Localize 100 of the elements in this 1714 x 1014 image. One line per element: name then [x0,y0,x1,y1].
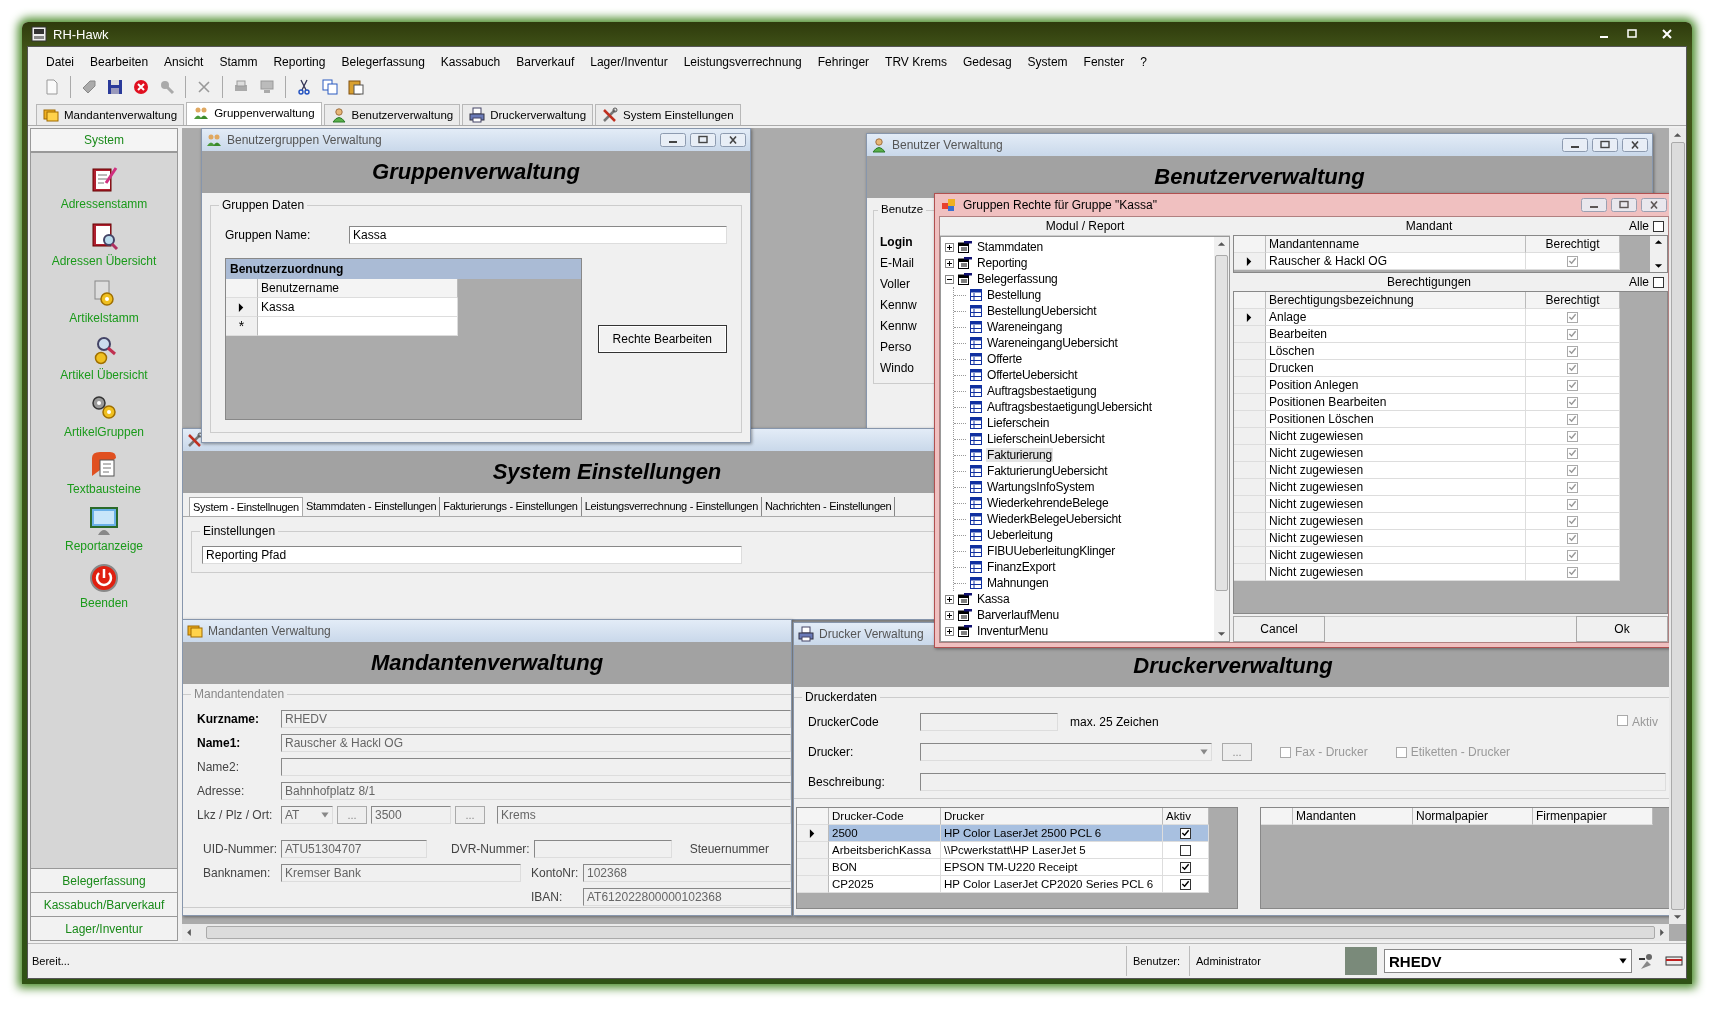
text-field[interactable]: Bahnhofplatz 8/1 [281,782,791,800]
checkbox[interactable] [1180,827,1191,839]
menu-item[interactable]: Ansicht [156,53,212,71]
country-dropdown[interactable]: AT [281,806,333,824]
tree-item[interactable]: WiederkBelegeUebersicht [986,512,1123,526]
minimize-icon[interactable] [1562,138,1588,152]
checkbox[interactable] [1617,715,1628,726]
tree-item[interactable]: Ueberleitung [986,528,1054,542]
tree-item[interactable]: WiederkehrendeBelege [986,496,1110,510]
menu-item[interactable]: Reporting [265,53,334,71]
tree-item[interactable]: Offerte [986,352,1024,366]
tree-item[interactable]: FakturierungUebersicht [986,464,1109,478]
row-header[interactable] [226,298,258,317]
menu-item[interactable]: Belegerfassung [333,53,433,71]
document-tab[interactable]: Gruppenverwaltung [186,102,322,125]
cut-icon[interactable] [296,79,312,95]
scroll-up-icon[interactable] [1217,241,1226,247]
edit-rights-button[interactable]: Rechte Bearbeiten [597,325,727,353]
checkbox[interactable] [1567,515,1578,527]
tree-item[interactable]: Wareneingang [986,320,1064,334]
checkbox[interactable] [1567,379,1578,391]
row-header[interactable] [1234,309,1266,326]
checkbox[interactable] [1180,844,1191,856]
description-field[interactable] [920,773,1666,791]
text-field[interactable] [281,758,791,776]
text-field[interactable]: ATU51304707 [281,840,427,858]
menu-item[interactable]: ? [1132,53,1155,71]
scroll-right-icon[interactable] [1659,928,1665,937]
menu-item[interactable]: Kassabuch [432,53,509,71]
checkbox[interactable] [1280,746,1291,758]
tree-item[interactable]: WareneingangUebersicht [986,336,1119,350]
row-header[interactable] [1234,253,1266,270]
tag-icon[interactable] [81,79,97,95]
menu-item[interactable]: System [1019,53,1076,71]
text-field[interactable]: RHEDV [281,710,791,728]
settings-tab[interactable]: Leistungsverrechnung - Einstellungen [581,497,762,516]
menu-item[interactable]: Barverkauf [508,53,583,71]
checkbox[interactable] [1567,362,1578,374]
sidebar-header[interactable]: System [31,129,177,153]
new-document-icon[interactable] [44,79,60,95]
paste-icon[interactable] [348,79,364,95]
scroll-down-icon[interactable] [1673,914,1682,920]
document-tab[interactable]: System Einstellungen [595,104,741,125]
company-dropdown[interactable]: RHEDV [1384,949,1632,973]
tree-item[interactable]: BestellungUebersicht [986,304,1098,318]
text-field[interactable]: Kremser Bank [281,864,521,882]
checkbox[interactable] [1567,430,1578,442]
scrollbar[interactable] [1650,236,1667,272]
document-tab[interactable]: Benutzerverwaltung [323,104,461,125]
group-name-field[interactable]: Kassa [349,226,727,244]
scrollbar[interactable] [182,924,1669,941]
document-tab[interactable]: Druckerverwaltung [462,104,594,125]
ok-button[interactable]: Ok [1576,616,1668,642]
maximize-icon[interactable] [1611,198,1637,212]
text-field[interactable]: Rauscher & Hackl OG [281,734,791,752]
scroll-up-icon[interactable] [1673,132,1682,138]
settings-tab[interactable]: Nachrichten - Einstellungen [761,497,896,516]
cancel-icon[interactable] [133,79,149,95]
menu-item[interactable]: TRV Krems [877,53,955,71]
checkbox[interactable] [1567,481,1578,493]
sidebar-group-button[interactable]: Kassabuch/Barverkauf [31,892,177,916]
checkbox[interactable] [1567,566,1578,578]
tree-item[interactable]: LieferscheinUebersicht [986,432,1106,446]
table-cell[interactable] [258,317,458,336]
menu-item[interactable]: Stamm [211,53,266,71]
checkbox[interactable] [1567,311,1578,323]
scrollbar[interactable] [1669,128,1686,924]
sidebar-group-button[interactable]: Lager/Inventur [31,916,177,940]
menu-item[interactable]: Fehringer [809,53,878,71]
zip-field[interactable]: 3500 [371,806,451,824]
scroll-down-icon[interactable] [1654,263,1663,269]
menu-item[interactable]: Leistungsverrechnung [675,53,810,71]
scroll-up-icon[interactable] [1654,239,1663,245]
close-icon[interactable] [720,133,746,147]
tree-item[interactable]: Fakturierung [986,448,1053,462]
checkbox[interactable] [1567,328,1578,340]
tree-item[interactable]: AuftragsbestaetigungUebersicht [986,400,1153,414]
expand-icon[interactable] [945,610,954,620]
cancel-button[interactable]: Cancel [1233,616,1325,642]
text-field[interactable] [533,840,672,858]
collapse-icon[interactable] [945,274,954,284]
checkbox[interactable] [1567,549,1578,561]
tree-item[interactable]: OfferteUebersicht [986,368,1079,382]
checkbox[interactable] [1567,345,1578,357]
text-field[interactable]: 102368 [583,864,791,882]
tree-item[interactable]: Kassa [976,592,1011,606]
tree-item[interactable]: Stammdaten [976,240,1045,254]
sidebar-group-button[interactable]: Belegerfassung [31,868,177,892]
city-field[interactable]: Krems [497,806,791,824]
printer-dropdown[interactable] [920,743,1212,761]
tree-item[interactable]: FIBUUeberleitungKlinger [986,544,1117,558]
settings-tab[interactable]: Stammdaten - Einstellungen [302,497,441,516]
computer-icon[interactable] [259,79,275,95]
menu-item[interactable]: Datei [38,53,82,71]
key-icon[interactable] [159,79,175,95]
select-all-checkbox[interactable] [1653,276,1664,288]
tree-item[interactable]: Bestellung [986,288,1043,302]
close-icon[interactable] [1641,198,1667,212]
scroll-left-icon[interactable] [186,928,192,937]
tree-item[interactable]: InventurMenu [976,624,1049,638]
